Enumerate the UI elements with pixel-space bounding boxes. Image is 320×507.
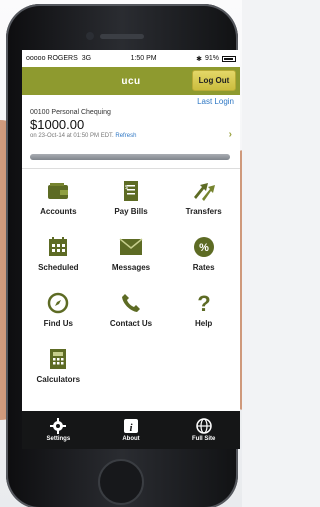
- svg-text:$: $: [125, 185, 128, 191]
- speaker-grille: [100, 34, 144, 39]
- svg-text:%: %: [199, 242, 209, 254]
- battery-icon: [222, 55, 236, 62]
- menu-item-contact-us[interactable]: Contact Us: [95, 281, 168, 337]
- tab-full-site[interactable]: Full Site: [167, 411, 240, 449]
- menu-grid: Accounts $ Pay Bills Transfers Scheduled…: [22, 169, 240, 393]
- phone-device: ooooo ROGERS 3G 1:50 PM ✱ 91% ucu Log Ou…: [6, 4, 240, 507]
- menu-item-messages[interactable]: Messages: [95, 225, 168, 281]
- menu-item-transfers[interactable]: Transfers: [167, 169, 240, 225]
- menu-item-find-us[interactable]: Find Us: [22, 281, 95, 337]
- gear-icon: [50, 418, 67, 434]
- account-summary[interactable]: Last Login 00100 Personal Chequing $1000…: [22, 95, 240, 169]
- status-bar: ooooo ROGERS 3G 1:50 PM ✱ 91%: [22, 50, 240, 67]
- menu-label: Find Us: [43, 318, 73, 328]
- wallet-icon: [46, 179, 70, 203]
- svg-text:?: ?: [197, 291, 210, 315]
- timestamp-text: on 23-Oct-14 at 01:50 PM EDT.: [30, 133, 114, 139]
- tab-label: Full Site: [191, 436, 216, 442]
- calendar-icon: [46, 235, 70, 259]
- phone-scene: ooooo ROGERS 3G 1:50 PM ✱ 91% ucu Log Ou…: [0, 0, 242, 507]
- tab-about[interactable]: i About: [95, 411, 168, 449]
- bluetooth-icon: ✱: [196, 55, 202, 63]
- menu-label: Pay Bills: [114, 206, 148, 216]
- menu-label: Messages: [111, 262, 151, 272]
- info-icon: i: [123, 418, 139, 434]
- percent-icon: %: [192, 235, 216, 259]
- menu-item-rates[interactable]: % Rates: [167, 225, 240, 281]
- menu-label: Calculators: [36, 374, 81, 384]
- refresh-link[interactable]: Refresh: [115, 133, 136, 139]
- question-icon: ?: [192, 291, 216, 315]
- home-button[interactable]: [98, 459, 144, 505]
- menu-item-help[interactable]: ? Help: [167, 281, 240, 337]
- app-title: ucu: [121, 75, 141, 87]
- balance-timestamp: on 23-Oct-14 at 01:50 PM EDT. Refresh: [30, 133, 234, 139]
- app-header: ucu Log Out: [22, 67, 240, 95]
- menu-label: Scheduled: [38, 262, 79, 272]
- clock: 1:50 PM: [130, 55, 157, 62]
- phone-icon: [119, 291, 143, 315]
- chevron-right-icon[interactable]: ›: [229, 129, 232, 140]
- menu-item-pay-bills[interactable]: $ Pay Bills: [95, 169, 168, 225]
- tab-settings[interactable]: Settings: [22, 411, 95, 449]
- menu-label: Accounts: [40, 206, 77, 216]
- bottom-tab-bar: Settings i About Full Site: [22, 411, 240, 449]
- globe-icon: [195, 418, 212, 434]
- carrier: ooooo ROGERS: [26, 55, 78, 62]
- menu-label: Contact Us: [109, 318, 153, 328]
- account-balance: $1000.00: [30, 117, 85, 132]
- account-progress-bar: [30, 154, 230, 160]
- transfer-arrows-icon: [192, 179, 216, 203]
- logout-button[interactable]: Log Out: [192, 70, 236, 91]
- menu-label: Rates: [192, 262, 215, 272]
- app-screen: ooooo ROGERS 3G 1:50 PM ✱ 91% ucu Log Ou…: [22, 50, 240, 449]
- menu-item-scheduled[interactable]: Scheduled: [22, 225, 95, 281]
- battery-percent: 91%: [204, 55, 219, 62]
- envelope-icon: [119, 235, 143, 259]
- network: 3G: [81, 55, 92, 62]
- menu-item-calculators[interactable]: Calculators: [22, 337, 95, 393]
- bill-icon: $: [119, 179, 143, 203]
- tab-label: About: [122, 436, 140, 442]
- menu-label: Transfers: [185, 206, 222, 216]
- menu-item-accounts[interactable]: Accounts: [22, 169, 95, 225]
- front-camera: [86, 32, 94, 40]
- tab-label: Settings: [46, 436, 71, 442]
- calculator-icon: [46, 347, 70, 371]
- account-name: 00100 Personal Chequing: [30, 109, 111, 116]
- compass-icon: [46, 291, 70, 315]
- last-login-link[interactable]: Last Login: [197, 97, 234, 106]
- menu-label: Help: [194, 318, 213, 328]
